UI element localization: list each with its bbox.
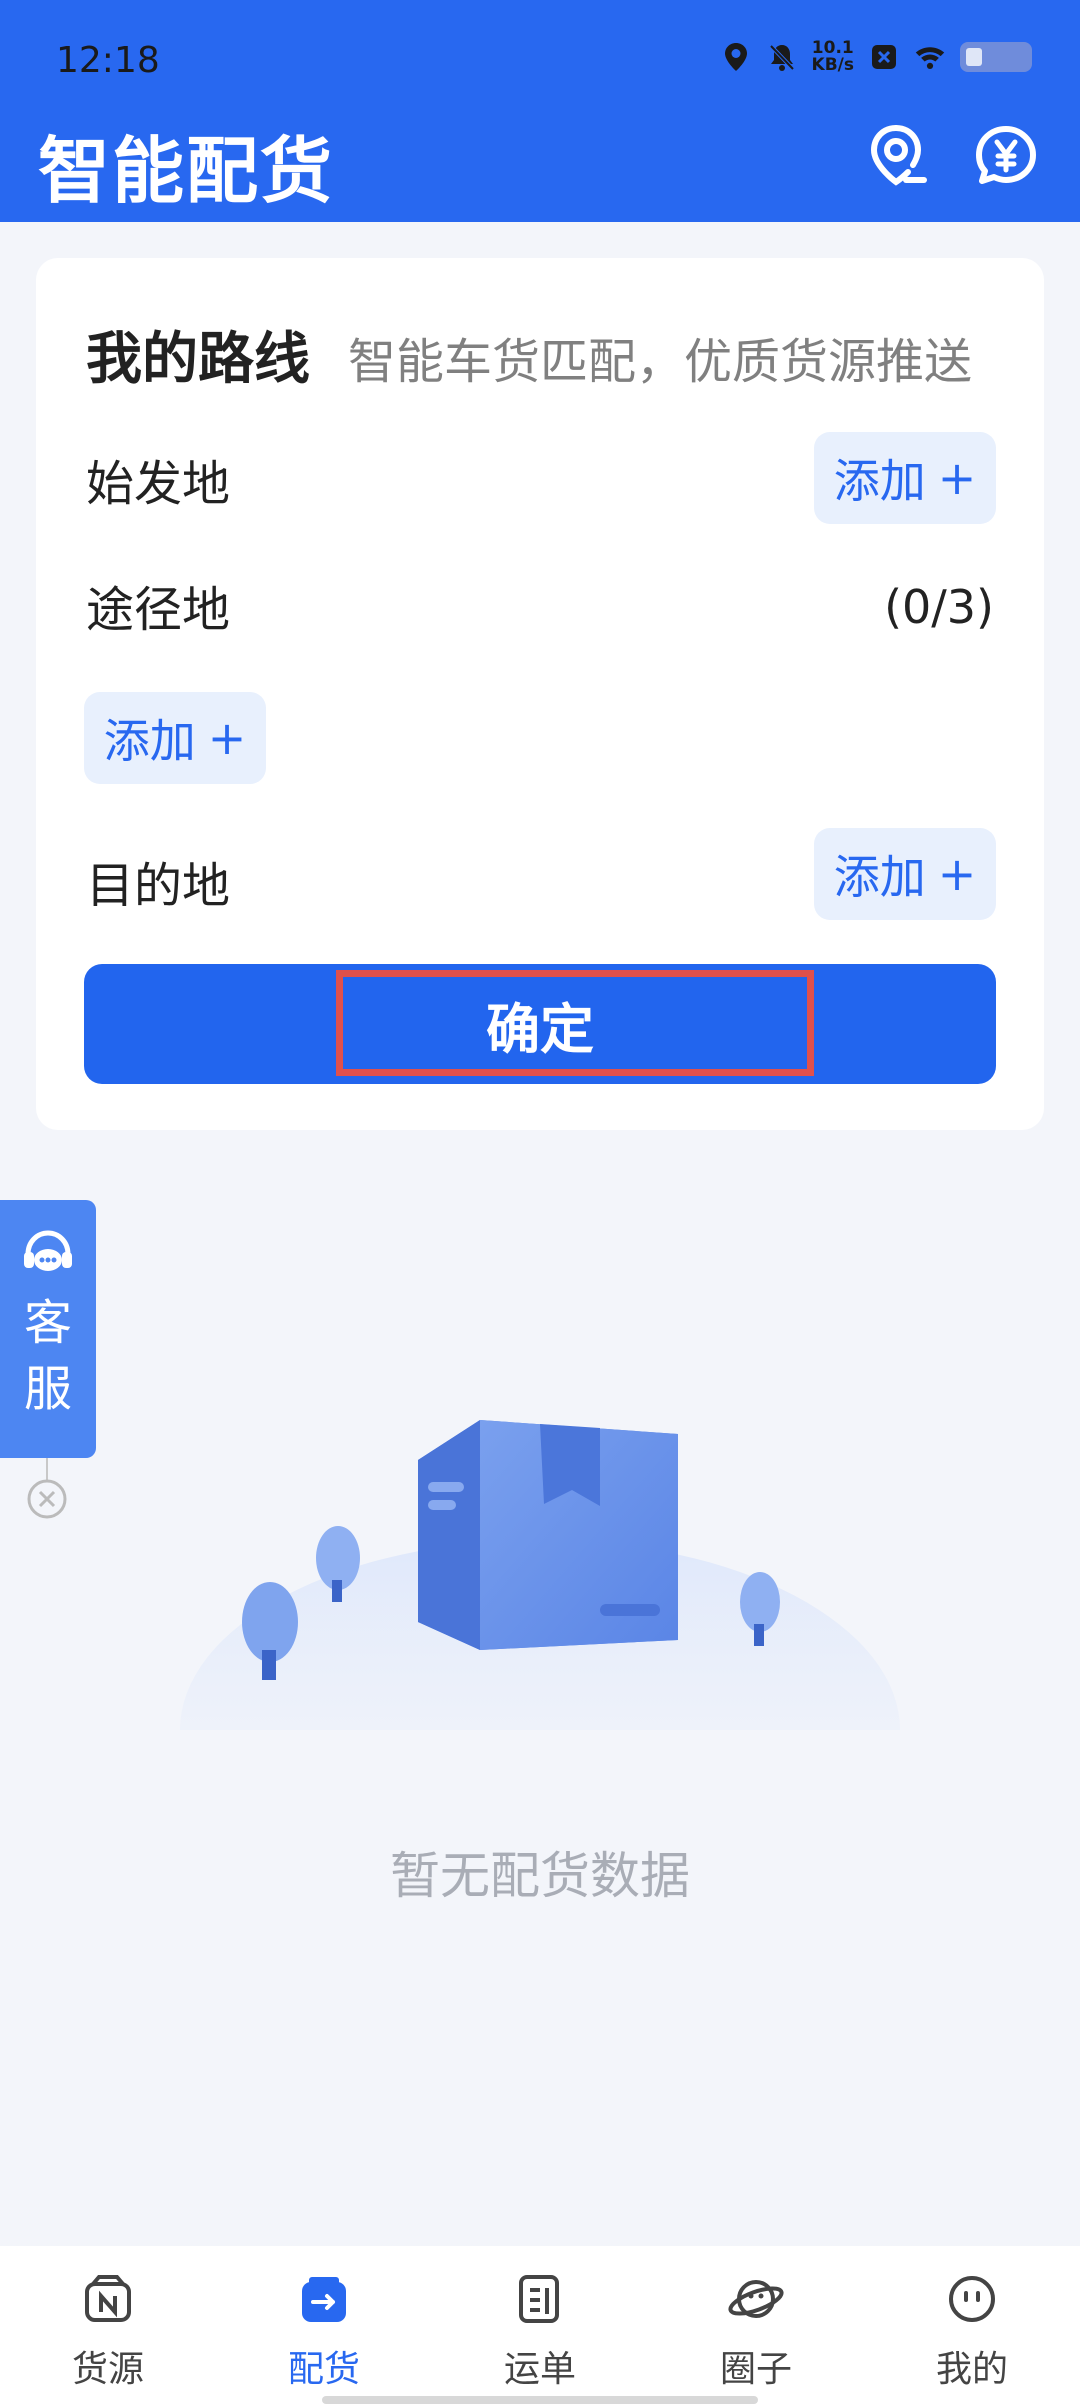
location-status-icon: [720, 41, 752, 73]
nav-label-circle: 圈子: [719, 2349, 792, 2390]
nav-item-dispatch[interactable]: 配货: [216, 2246, 432, 2408]
nav-item-mine[interactable]: 我的: [864, 2246, 1080, 2408]
route-card-subtitle: 智能车货匹配，优质货源推送: [348, 334, 973, 390]
add-destination-button[interactable]: 添加 +: [814, 828, 996, 920]
yuan-chat-icon[interactable]: [970, 120, 1042, 192]
nav-item-circle[interactable]: 圈子: [648, 2246, 864, 2408]
nav-item-cargo-source[interactable]: 货源: [0, 2246, 216, 2408]
close-icon[interactable]: [26, 1478, 68, 1520]
waybill-icon: [513, 2272, 567, 2330]
add-destination-label: 添加: [833, 850, 926, 904]
origin-label: 始发地: [86, 456, 231, 512]
customer-service-tab[interactable]: 客 服: [0, 1200, 96, 1458]
location-pin-icon[interactable]: [862, 120, 934, 192]
battery-icon: [960, 42, 1032, 72]
destination-label: 目的地: [86, 858, 231, 914]
app-header: 12:18 10.1 KB/s 智能配货: [0, 0, 1080, 222]
add-origin-label: 添加: [833, 454, 926, 508]
nav-label-cargo-source: 货源: [71, 2349, 144, 2390]
status-icons: 10.1 KB/s: [720, 40, 1032, 74]
via-count: (0/3): [884, 580, 994, 634]
nav-label-waybill: 运单: [503, 2349, 576, 2390]
status-time: 12:18: [56, 40, 160, 81]
nav-item-waybill[interactable]: 运单: [432, 2246, 648, 2408]
route-card: 我的路线 智能车货匹配，优质货源推送 始发地 添加 + 途径地 (0/3) 添加…: [36, 258, 1044, 1130]
nav-label-mine: 我的: [935, 2349, 1008, 2390]
empty-box-illustration: [180, 1400, 900, 1920]
wifi-icon: [914, 41, 946, 73]
customer-service-label: 客 服: [24, 1290, 72, 1422]
divider: [46, 1458, 48, 1480]
dispatch-icon: [297, 2272, 351, 2330]
plus-icon: +: [207, 711, 247, 765]
add-via-button[interactable]: 添加 +: [84, 692, 266, 784]
customer-service-char-2: 服: [23, 1361, 72, 1417]
nav-label-dispatch: 配货: [287, 2349, 360, 2390]
headset-icon: [20, 1228, 76, 1282]
via-label: 途径地: [86, 582, 231, 638]
add-via-label: 添加: [103, 714, 196, 768]
route-card-title: 我的路线: [86, 327, 310, 392]
add-origin-button[interactable]: 添加 +: [814, 432, 996, 524]
network-speed: 10.1 KB/s: [812, 40, 854, 74]
planet-icon: [727, 2272, 785, 2330]
empty-state-message: 暂无配货数据: [390, 1847, 690, 1905]
bottom-nav: 货源 配货 运单 圈子 我的: [0, 2246, 1080, 2408]
mute-bell-icon: [766, 41, 798, 73]
cargo-source-icon: [81, 2272, 135, 2330]
customer-service-char-1: 客: [23, 1295, 72, 1351]
plus-icon: +: [937, 847, 977, 901]
profile-face-icon: [945, 2272, 999, 2330]
network-speed-unit: KB/s: [811, 55, 854, 75]
home-indicator[interactable]: [322, 2396, 758, 2404]
x-box-icon: [868, 41, 900, 73]
highlight-box: [336, 970, 814, 1076]
page-title: 智能配货: [38, 129, 335, 213]
plus-icon: +: [937, 451, 977, 505]
